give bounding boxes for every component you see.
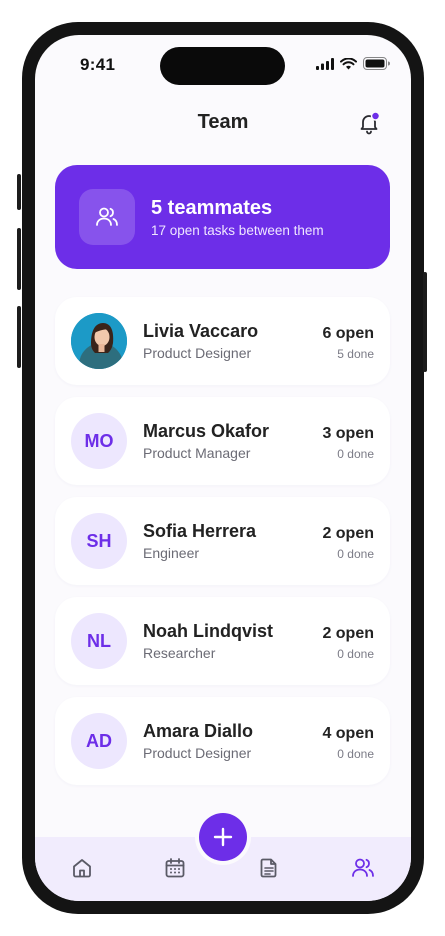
add-button[interactable] xyxy=(199,813,247,861)
tab-team[interactable] xyxy=(350,855,376,881)
bell-icon xyxy=(360,111,381,135)
done-count: 5 done xyxy=(337,347,374,361)
status-icons xyxy=(316,57,390,70)
member-card[interactable]: AD Amara Diallo Product Designer 4 open … xyxy=(55,697,390,785)
notification-badge xyxy=(370,111,381,121)
status-time: 9:41 xyxy=(80,55,116,74)
summary-title: 5 teammates xyxy=(151,197,273,219)
done-count: 0 done xyxy=(337,547,374,561)
member-role: Product Designer xyxy=(143,745,252,761)
member-name: Marcus Okafor xyxy=(143,421,270,441)
member-card[interactable]: SH Sofia Herrera Engineer 2 open 0 done xyxy=(55,497,390,585)
volume-up-button xyxy=(17,228,21,290)
member-name: Noah Lindqvist xyxy=(143,621,273,641)
open-count: 2 open xyxy=(322,625,374,642)
open-count: 4 open xyxy=(322,725,374,742)
member-role: Product Manager xyxy=(143,445,251,461)
member-photo xyxy=(71,313,127,369)
avatar: SH xyxy=(71,513,127,569)
tab-documents[interactable] xyxy=(256,855,282,881)
member-card[interactable]: MO Marcus Okafor Product Manager 3 open … xyxy=(55,397,390,485)
member-role: Researcher xyxy=(143,645,216,661)
open-count: 3 open xyxy=(322,425,374,442)
tab-calendar[interactable] xyxy=(162,855,188,881)
home-icon xyxy=(73,859,91,878)
calendar-icon xyxy=(165,858,185,878)
notifications-button[interactable] xyxy=(357,111,381,135)
summary-icon-box xyxy=(79,189,135,245)
open-count: 2 open xyxy=(322,525,374,542)
member-role: Product Designer xyxy=(143,345,252,361)
signal-icon xyxy=(316,57,334,70)
team-icon xyxy=(352,858,374,877)
screen: 9:41 Team 5 teammates 17 open tasks betw… xyxy=(35,35,411,901)
plus-icon xyxy=(213,827,233,847)
open-count: 6 open xyxy=(322,325,374,342)
page-title: Team xyxy=(197,111,249,133)
member-name: Livia Vaccaro xyxy=(143,321,259,341)
team-summary-card[interactable]: 5 teammates 17 open tasks between them xyxy=(55,165,390,269)
member-list: Livia Vaccaro Product Designer 6 open 5 … xyxy=(55,297,390,797)
member-card[interactable]: NL Noah Lindqvist Researcher 2 open 0 do… xyxy=(55,597,390,685)
tab-home[interactable] xyxy=(69,855,95,881)
wifi-icon xyxy=(340,57,357,69)
member-card[interactable]: Livia Vaccaro Product Designer 6 open 5 … xyxy=(55,297,390,385)
mute-switch xyxy=(17,174,21,210)
summary-subtitle: 17 open tasks between them xyxy=(151,223,324,238)
avatar: AD xyxy=(71,713,127,769)
volume-down-button xyxy=(17,306,21,368)
power-button xyxy=(423,272,427,372)
document-icon xyxy=(260,858,277,878)
member-name: Sofia Herrera xyxy=(143,521,257,541)
avatar xyxy=(71,313,127,369)
status-bar: 9:41 xyxy=(35,35,411,95)
member-name: Amara Diallo xyxy=(143,721,254,741)
member-role: Engineer xyxy=(143,545,200,561)
done-count: 0 done xyxy=(337,747,374,761)
battery-icon xyxy=(363,57,390,70)
phone-frame: 9:41 Team 5 teammates 17 open tasks betw… xyxy=(17,22,427,914)
avatar: MO xyxy=(71,413,127,469)
avatar: NL xyxy=(71,613,127,669)
team-icon xyxy=(96,207,118,226)
done-count: 0 done xyxy=(337,647,374,661)
dynamic-island xyxy=(160,47,285,85)
done-count: 0 done xyxy=(337,447,374,461)
